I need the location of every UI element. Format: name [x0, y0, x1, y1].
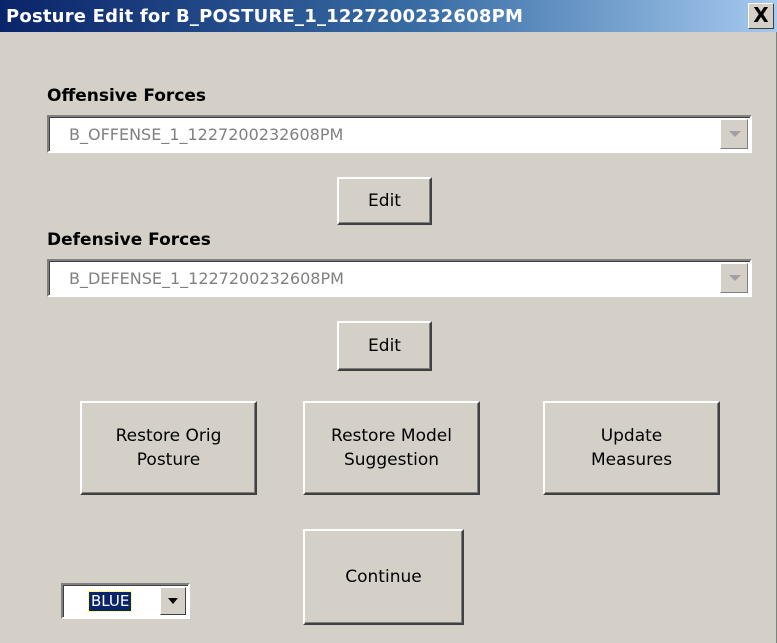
posture-edit-dialog: Posture Edit for B_POSTURE_1_12272002326… [0, 0, 777, 643]
restore-model-suggestion-button[interactable]: Restore Model Suggestion [303, 401, 480, 495]
offensive-forces-value: B_OFFENSE_1_1227200232608PM [69, 125, 344, 144]
close-button[interactable]: X [748, 3, 774, 29]
title-bar[interactable]: Posture Edit for B_POSTURE_1_12272002326… [0, 0, 777, 32]
defensive-forces-value: B_DEFENSE_1_1227200232608PM [69, 269, 344, 288]
update-measures-button[interactable]: Update Measures [543, 401, 720, 495]
offensive-dropdown-button[interactable] [720, 119, 748, 149]
defensive-edit-button[interactable]: Edit [337, 321, 432, 371]
defensive-dropdown-button[interactable] [720, 263, 748, 293]
chevron-down-icon [729, 275, 741, 281]
side-select[interactable]: BLUE [61, 583, 190, 619]
side-dropdown-button[interactable] [160, 587, 186, 615]
continue-button[interactable]: Continue [303, 529, 464, 625]
side-select-value: BLUE [87, 591, 133, 612]
restore-orig-posture-button[interactable]: Restore Orig Posture [80, 401, 257, 495]
defensive-forces-select[interactable]: B_DEFENSE_1_1227200232608PM [47, 259, 752, 297]
close-icon: X [753, 3, 769, 27]
chevron-down-icon [729, 131, 741, 137]
defensive-forces-label: Defensive Forces [47, 230, 211, 250]
window-title: Posture Edit for B_POSTURE_1_12272002326… [6, 6, 524, 27]
offensive-edit-button[interactable]: Edit [337, 177, 432, 225]
offensive-forces-label: Offensive Forces [47, 86, 207, 106]
chevron-down-icon [168, 598, 178, 604]
offensive-forces-select[interactable]: B_OFFENSE_1_1227200232608PM [47, 115, 752, 153]
